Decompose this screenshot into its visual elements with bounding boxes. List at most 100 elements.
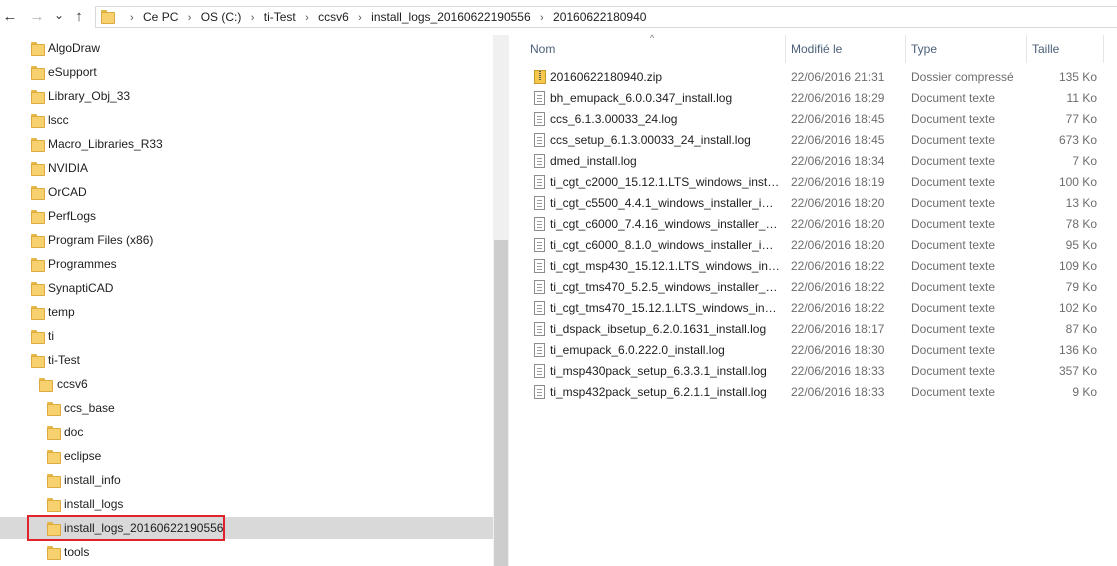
scrollbar-thumb[interactable] xyxy=(494,240,508,566)
file-type: Document texte xyxy=(911,322,996,336)
forward-arrow-icon[interactable]: → xyxy=(28,8,46,26)
breadcrumb-separator-icon[interactable]: › xyxy=(358,8,362,28)
file-date: 22/06/2016 18:20 xyxy=(791,238,885,252)
tree-item-label: AlgoDraw xyxy=(48,41,101,55)
breadcrumb-separator-icon[interactable]: › xyxy=(305,8,309,28)
tree-item-algodraw[interactable]: AlgoDraw xyxy=(0,37,493,59)
tree-scrollbar[interactable] xyxy=(493,35,509,566)
breadcrumb-item-ce-pc[interactable]: Ce PC xyxy=(143,7,178,27)
tree-item-synapticad[interactable]: SynaptiCAD xyxy=(0,277,493,299)
tree-item-doc[interactable]: doc xyxy=(0,421,493,443)
file-row[interactable]: ti_cgt_c6000_8.1.0_windows_installer_ins… xyxy=(510,235,1117,256)
file-row[interactable]: ti_cgt_c2000_15.12.1.LTS_windows_install… xyxy=(510,172,1117,193)
breadcrumb-item-ccsv6[interactable]: ccsv6 xyxy=(318,7,349,27)
document-icon xyxy=(534,217,545,231)
tree-item-label: Macro_Libraries_R33 xyxy=(48,137,163,151)
folder-icon xyxy=(47,402,61,416)
folder-icon xyxy=(31,234,45,248)
file-size: 7 Ko xyxy=(1072,154,1097,168)
tree-item-label: temp xyxy=(48,305,75,319)
tree-item-label: NVIDIA xyxy=(48,161,89,175)
column-divider[interactable] xyxy=(785,35,786,63)
file-row[interactable]: 20160622180940.zip 22/06/2016 21:31 Doss… xyxy=(510,67,1117,88)
file-type: Document texte xyxy=(911,91,996,105)
breadcrumb-separator-icon[interactable]: › xyxy=(130,8,134,28)
tree-item-tools[interactable]: tools xyxy=(0,541,493,563)
address-bar[interactable]: › Ce PC › OS (C:) › ti-Test › ccsv6 › in… xyxy=(95,6,1117,28)
file-type: Document texte xyxy=(911,259,996,273)
document-icon xyxy=(534,175,545,189)
document-icon xyxy=(534,133,545,147)
file-type: Document texte xyxy=(911,343,996,357)
file-name: ti_cgt_tms470_5.2.5_windows_installer_in… xyxy=(550,280,780,294)
file-row[interactable]: ti_dspack_ibsetup_6.2.0.1631_install.log… xyxy=(510,319,1117,340)
file-name: 20160622180940.zip xyxy=(550,70,663,84)
tree-item-ccs-base[interactable]: ccs_base xyxy=(0,397,493,419)
file-row[interactable]: ti_cgt_msp430_15.12.1.LTS_windows_inst..… xyxy=(510,256,1117,277)
file-row[interactable]: dmed_install.log 22/06/2016 18:34 Docume… xyxy=(510,151,1117,172)
breadcrumb-item-ti-test[interactable]: ti-Test xyxy=(264,7,296,27)
file-row[interactable]: ti_cgt_tms470_15.12.1.LTS_windows_insta.… xyxy=(510,298,1117,319)
back-arrow-icon[interactable]: ← xyxy=(1,8,19,26)
tree-item-label: Programmes xyxy=(48,257,117,271)
file-row[interactable]: ti_cgt_c6000_7.4.16_windows_installer_in… xyxy=(510,214,1117,235)
navigation-bar: ← → ⌄ ↑ › Ce PC › OS (C:) › ti-Test › cc… xyxy=(0,0,1117,35)
breadcrumb-separator-icon[interactable]: › xyxy=(540,8,544,28)
breadcrumb-item-install-logs[interactable]: install_logs_20160622190556 xyxy=(371,7,530,27)
breadcrumb-separator-icon[interactable]: › xyxy=(188,8,192,28)
breadcrumb-item-current-folder[interactable]: 20160622180940 xyxy=(553,7,646,27)
tree-item-ccsv6[interactable]: ccsv6 xyxy=(0,373,493,395)
file-size: 95 Ko xyxy=(1065,238,1097,252)
file-row[interactable]: ti_emupack_6.0.222.0_install.log 22/06/2… xyxy=(510,340,1117,361)
folder-icon xyxy=(31,306,45,320)
tree-item-install-info[interactable]: install_info xyxy=(0,469,493,491)
tree-item-install-logs[interactable]: install_logs xyxy=(0,493,493,515)
folder-icon xyxy=(47,450,61,464)
file-row[interactable]: bh_emupack_6.0.0.347_install.log 22/06/2… xyxy=(510,88,1117,109)
tree-item-perflogs[interactable]: PerfLogs xyxy=(0,205,493,227)
file-name: ti_msp432pack_setup_6.2.1.1_install.log xyxy=(550,385,767,399)
file-name: ti_emupack_6.0.222.0_install.log xyxy=(550,343,725,357)
column-header-name[interactable]: Nom xyxy=(530,35,785,63)
tree-item-esupport[interactable]: eSupport xyxy=(0,61,493,83)
tree-item-label: Program Files (x86) xyxy=(48,233,154,247)
column-divider[interactable] xyxy=(1103,35,1104,63)
file-row[interactable]: ti_msp430pack_setup_6.3.3.1_install.log … xyxy=(510,361,1117,382)
folder-icon xyxy=(31,186,45,200)
tree-item-program-files-x86[interactable]: Program Files (x86) xyxy=(0,229,493,251)
column-header-type[interactable]: Type xyxy=(911,35,1026,63)
file-date: 22/06/2016 18:33 xyxy=(791,364,885,378)
recent-locations-chevron-icon[interactable]: ⌄ xyxy=(50,6,68,24)
tree-item-temp[interactable]: temp xyxy=(0,301,493,323)
tree-item-macro-libraries[interactable]: Macro_Libraries_R33 xyxy=(0,133,493,155)
file-row[interactable]: ccs_6.1.3.00033_24.log 22/06/2016 18:45 … xyxy=(510,109,1117,130)
file-name: ti_cgt_msp430_15.12.1.LTS_windows_inst..… xyxy=(550,259,780,273)
tree-item-label: lscc xyxy=(48,113,69,127)
column-header-modified[interactable]: Modifié le xyxy=(791,35,906,63)
tree-item-orcad[interactable]: OrCAD xyxy=(0,181,493,203)
file-row[interactable]: ti_cgt_c5500_4.4.1_windows_installer_ins… xyxy=(510,193,1117,214)
file-row[interactable]: ccs_setup_6.1.3.00033_24_install.log 22/… xyxy=(510,130,1117,151)
file-date: 22/06/2016 18:22 xyxy=(791,301,885,315)
tree-item-label: PerfLogs xyxy=(48,209,97,223)
file-row[interactable]: ti_cgt_tms470_5.2.5_windows_installer_in… xyxy=(510,277,1117,298)
file-size: 77 Ko xyxy=(1065,112,1097,126)
file-date: 22/06/2016 18:33 xyxy=(791,385,885,399)
up-arrow-icon[interactable]: ↑ xyxy=(70,8,88,26)
breadcrumb-item-os-c[interactable]: OS (C:) xyxy=(201,7,242,27)
tree-item-eclipse[interactable]: eclipse xyxy=(0,445,493,467)
document-icon xyxy=(534,280,545,294)
column-divider[interactable] xyxy=(1026,35,1027,63)
breadcrumb-separator-icon[interactable]: › xyxy=(251,8,255,28)
tree-item-programmes[interactable]: Programmes xyxy=(0,253,493,275)
column-header-size[interactable]: Taille xyxy=(1032,35,1102,63)
file-size: 100 Ko xyxy=(1058,175,1097,189)
tree-item-nvidia[interactable]: NVIDIA xyxy=(0,157,493,179)
tree-item-ti-test[interactable]: ti-Test xyxy=(0,349,493,371)
column-divider[interactable] xyxy=(905,35,906,63)
tree-item-library-obj-33[interactable]: Library_Obj_33 xyxy=(0,85,493,107)
file-row[interactable]: ti_msp432pack_setup_6.2.1.1_install.log … xyxy=(510,382,1117,403)
tree-item-label: ti-Test xyxy=(48,353,81,367)
tree-item-ti[interactable]: ti xyxy=(0,325,493,347)
tree-item-lscc[interactable]: lscc xyxy=(0,109,493,131)
